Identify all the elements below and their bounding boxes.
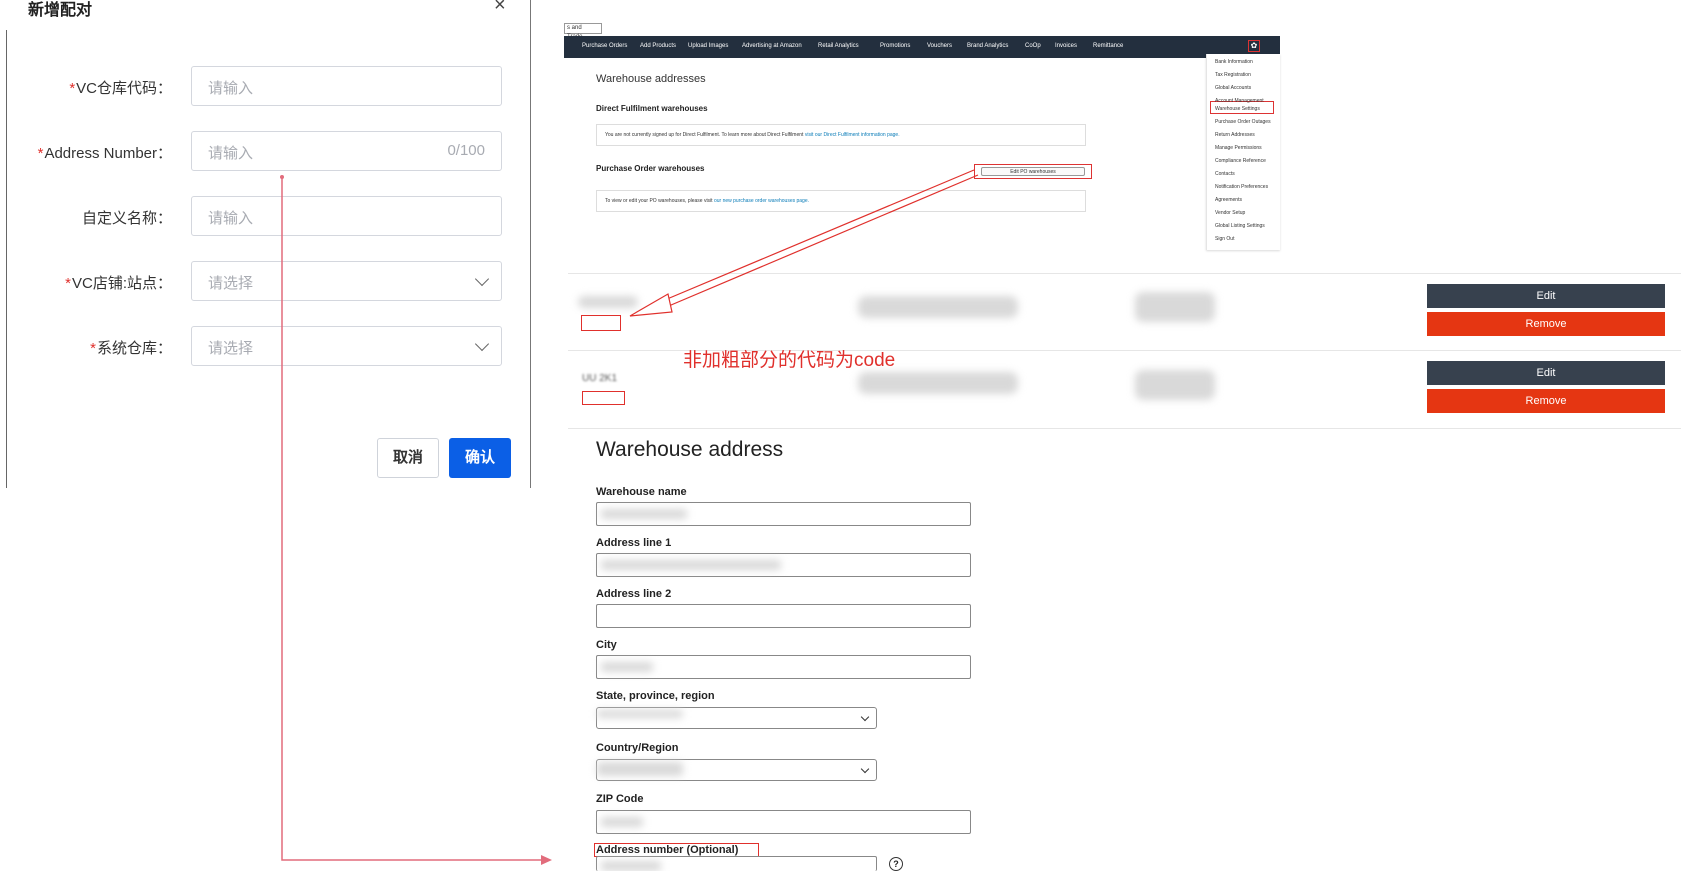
annotation-arrows — [280, 169, 979, 865]
red-arrow — [629, 169, 979, 317]
pink-connector-arrow — [280, 175, 552, 865]
